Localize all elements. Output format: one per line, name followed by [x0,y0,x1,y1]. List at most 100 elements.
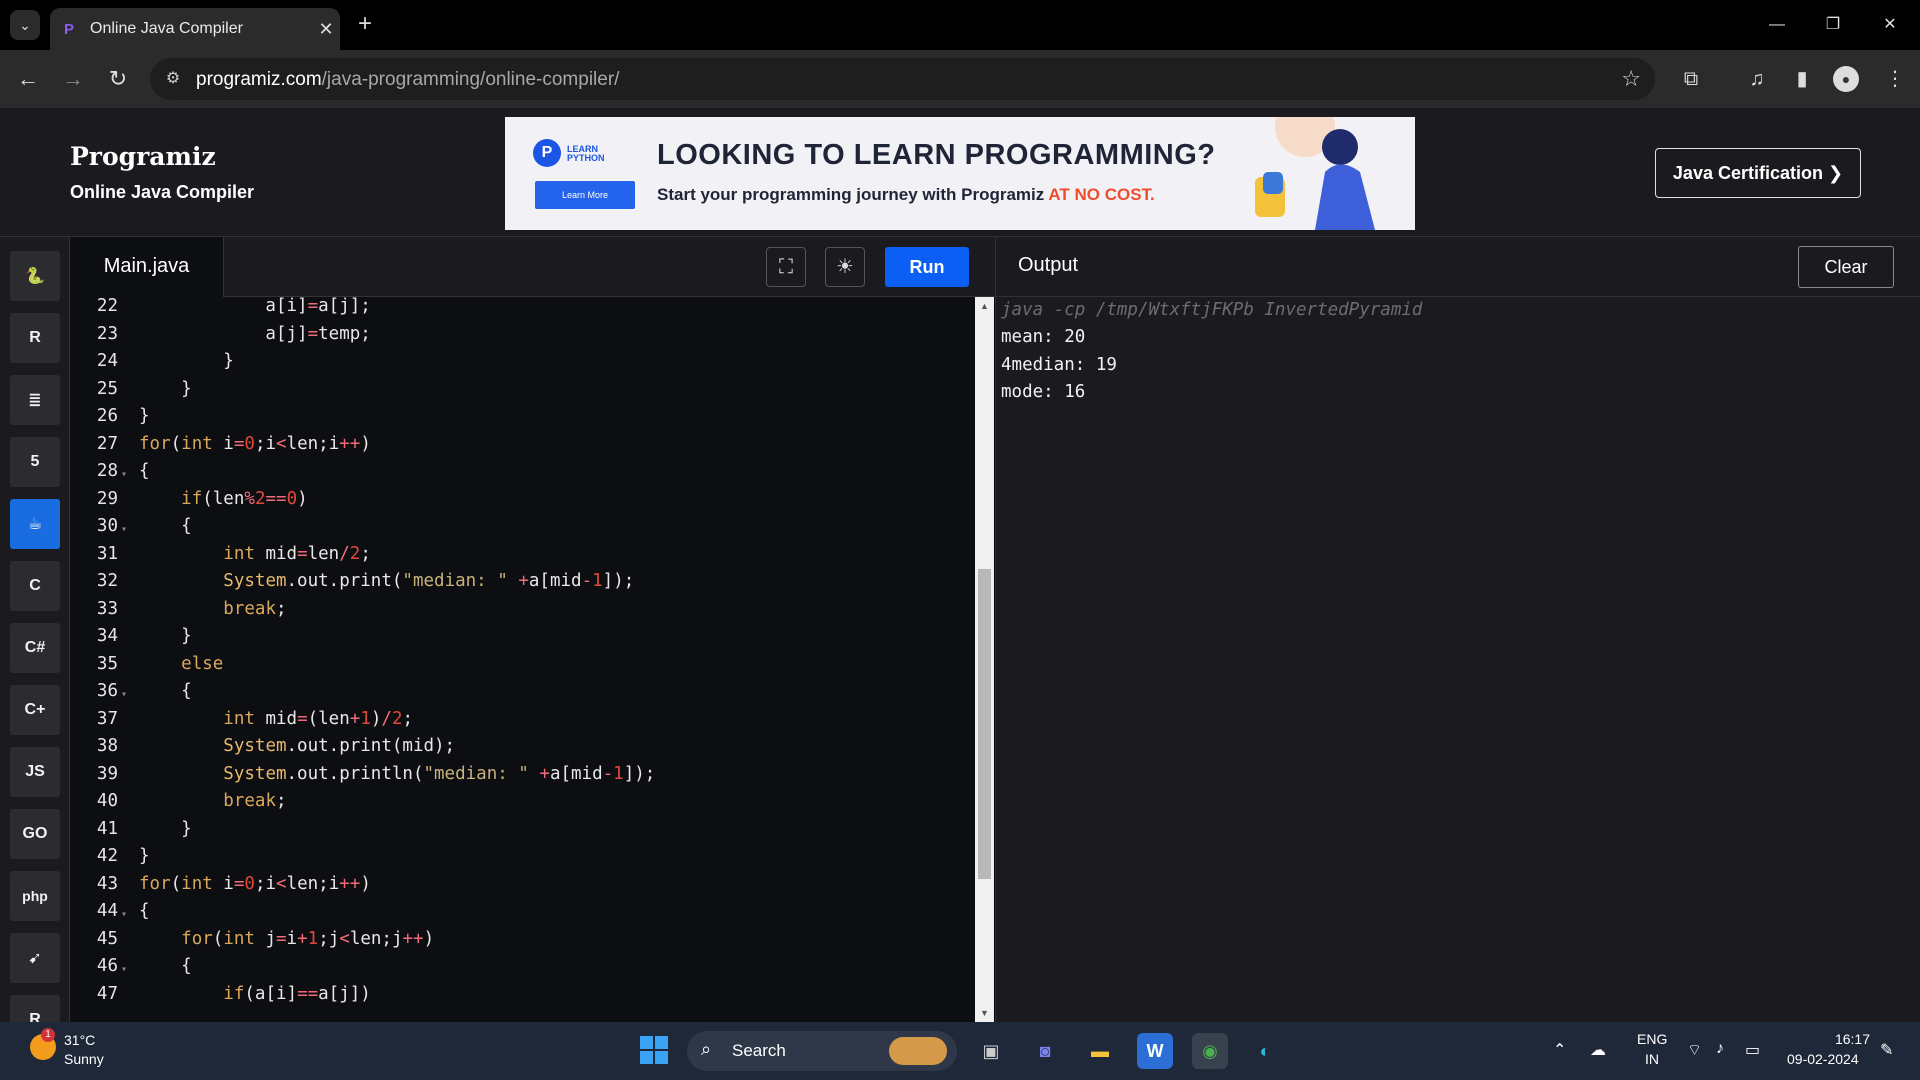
close-window-button[interactable]: ✕ [1870,10,1910,40]
minimize-button[interactable]: — [1757,10,1797,40]
file-explorer-icon[interactable]: ▬ [1082,1033,1118,1069]
lang-php-icon[interactable]: php [10,871,60,921]
code-line[interactable]: 25 } [70,379,975,407]
lang-html-icon[interactable]: 5 [10,437,60,487]
extensions-icon[interactable]: ⧉ [1676,64,1706,94]
code-line[interactable]: 30 ▾ { [70,516,975,544]
battery-icon[interactable]: ▭ [1745,1040,1760,1060]
bookmark-star-icon[interactable]: ☆ [1621,66,1641,92]
close-tab-icon[interactable]: ✕ [312,19,340,40]
lang-csharp-icon[interactable]: C# [10,623,60,673]
fold-arrow-icon[interactable]: ▾ [121,964,127,975]
weather-condition[interactable]: Sunny [64,1051,104,1067]
clock-time[interactable]: 16:17 [1830,1031,1870,1047]
back-button[interactable]: ← [13,64,43,94]
code-line[interactable]: 44 ▾ { [70,901,975,929]
code-line[interactable]: 31 int mid=len/2; [70,544,975,572]
chrome-icon[interactable]: ◉ [1192,1033,1228,1069]
line-number: 39 [96,763,118,784]
input-region[interactable]: IN [1645,1051,1659,1067]
code-line[interactable]: 46 ▾ { [70,956,975,984]
weather-temperature[interactable]: 31°C [64,1032,95,1048]
scroll-down-arrow-icon[interactable]: ▼ [979,1008,990,1018]
onedrive-cloud-icon[interactable]: ☁ [1590,1040,1606,1060]
notifications-icon[interactable]: ✎ [1880,1040,1893,1060]
browser-menu-icon[interactable]: ⋮ [1880,64,1910,94]
code-line[interactable]: 32 System.out.print("median: " +a[mid-1]… [70,571,975,599]
fold-arrow-icon[interactable]: ▾ [121,524,127,535]
taskbar-search[interactable]: ⌕ Search [687,1031,957,1071]
url-text[interactable]: programiz.com/java-programming/online-co… [196,69,619,91]
code-line[interactable]: 40 break; [70,791,975,819]
editor-scrollbar[interactable]: ▲ ▼ [975,297,994,1022]
lang-r-icon[interactable]: R [10,313,60,363]
media-controls-icon[interactable]: ♫ [1742,64,1772,94]
teams-icon[interactable]: ◙ [1027,1033,1063,1069]
lang-sql-icon[interactable]: ≣ [10,375,60,425]
run-button[interactable]: Run [885,247,969,287]
code-line[interactable]: 28 ▾ { [70,461,975,489]
learn-more-button[interactable]: Learn More [535,181,635,209]
lang-python-icon[interactable]: 🐍 [10,251,60,301]
code-line[interactable]: 37 int mid=(len+1)/2; [70,709,975,737]
code-line[interactable]: 23 a[j]=temp; [70,324,975,352]
input-language[interactable]: ENG [1637,1031,1667,1047]
code-text: } [139,846,150,866]
ad-banner[interactable]: P LEARN PYTHON Learn More LOOKING TO LEAR… [505,117,1415,230]
clear-button[interactable]: Clear [1798,246,1894,288]
lang-cpp-icon[interactable]: C+ [10,685,60,735]
code-line[interactable]: 33 break; [70,599,975,627]
code-line[interactable]: 27 for(int i=0;i<len;i++) [70,434,975,462]
code-editor[interactable]: 22 a[i]=a[j]; 23 a[j]=temp; 24 } 25 } 26} 27 f… [70,297,975,1022]
code-line[interactable]: 42} [70,846,975,874]
reload-button[interactable]: ↻ [103,64,133,94]
tab-search-button[interactable]: ⌄ [10,10,40,40]
wifi-icon[interactable]: ⌔ [1687,1040,1702,1060]
file-tab-main-java[interactable]: Main.java [70,237,224,297]
edge-icon[interactable]: ◐ [1247,1033,1283,1069]
show-hidden-icons-chevron-icon[interactable]: ⌃ [1553,1040,1566,1060]
code-line[interactable]: 22 a[i]=a[j]; [70,297,975,324]
word-app-icon[interactable]: W [1137,1033,1173,1069]
forward-button[interactable]: → [58,64,88,94]
code-line[interactable]: 24 } [70,351,975,379]
code-line[interactable]: 43 for(int i=0;i<len;i++) [70,874,975,902]
java-certification-button[interactable]: Java Certification ❯ [1655,148,1861,198]
code-line[interactable]: 47 if(a[i]==a[j]) [70,984,975,1012]
restore-button[interactable]: ❐ [1813,10,1853,40]
programiz-logo[interactable]: Programiz [70,142,216,171]
code-line[interactable]: 45 for(int j=i+1;j<len;j++) [70,929,975,957]
fullscreen-icon[interactable]: ⛶ [766,247,806,287]
task-view-icon[interactable]: ▣ [973,1033,1009,1069]
scroll-up-arrow-icon[interactable]: ▲ [979,301,990,311]
code-line[interactable]: 41 } [70,819,975,847]
code-line[interactable]: 39 System.out.println("median: " +a[mid-… [70,764,975,792]
lang-go-icon[interactable]: GO [10,809,60,859]
lang-js-icon[interactable]: JS [10,747,60,797]
browser-tab[interactable]: P Online Java Compiler ✕ [50,8,340,50]
code-text: a[j]=temp; [139,323,371,344]
scrollbar-thumb[interactable] [978,569,991,879]
fold-arrow-icon[interactable]: ▾ [121,469,127,480]
profile-avatar[interactable]: ● [1833,66,1859,92]
code-line[interactable]: 34 } [70,626,975,654]
code-line[interactable]: 38 System.out.print(mid); [70,736,975,764]
side-panel-icon[interactable]: ▮ [1787,64,1817,94]
volume-icon[interactable]: ♪ [1716,1040,1724,1058]
fold-arrow-icon[interactable]: ▾ [121,909,127,920]
address-bar[interactable]: ⚙ programiz.com/java-programming/online-… [150,58,1655,100]
new-tab-button[interactable]: + [352,12,378,38]
code-line[interactable]: 26} [70,406,975,434]
theme-toggle-sun-icon[interactable]: ☀ [825,247,865,287]
site-info-icon[interactable]: ⚙ [162,68,184,90]
lang-c-icon[interactable]: C [10,561,60,611]
lang-swift-icon[interactable]: ➹ [10,933,60,983]
lang-java-icon[interactable]: ☕ [10,499,60,549]
code-line[interactable]: 29 if(len%2==0) [70,489,975,517]
lang-rust-icon[interactable]: R [10,995,60,1022]
code-line[interactable]: 35 else [70,654,975,682]
fold-arrow-icon[interactable]: ▾ [121,689,127,700]
code-line[interactable]: 36 ▾ { [70,681,975,709]
clock-date[interactable]: 09-02-2024 [1787,1051,1859,1067]
windows-start-icon[interactable] [640,1036,668,1064]
